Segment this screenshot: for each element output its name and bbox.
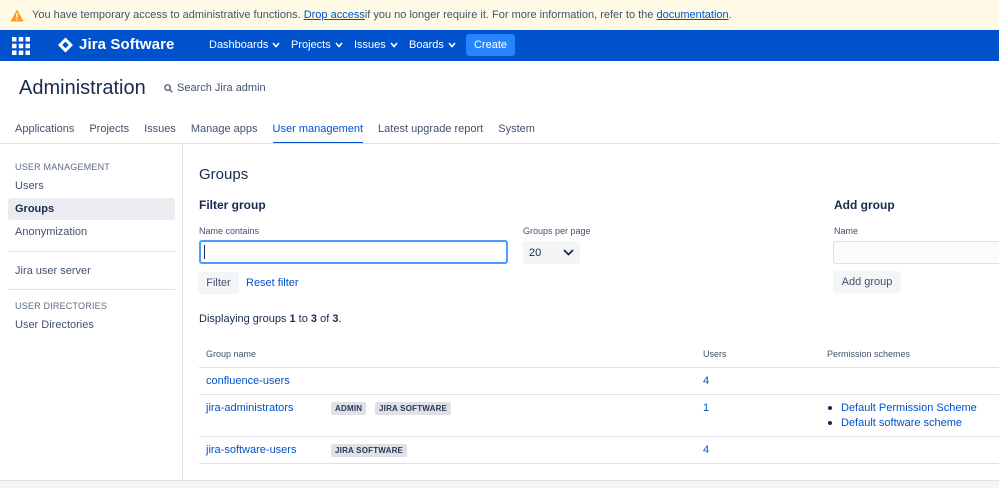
displaying-suffix: . bbox=[338, 313, 342, 325]
filter-group-heading: Filter group bbox=[199, 198, 266, 212]
admin-search[interactable]: Search Jira admin bbox=[164, 82, 266, 94]
admin-search-label: Search Jira admin bbox=[177, 82, 266, 94]
create-button[interactable]: Create bbox=[466, 34, 515, 56]
add-group-name-label: Name bbox=[834, 226, 859, 236]
tab-projects[interactable]: Projects bbox=[89, 118, 129, 144]
table-row-divider bbox=[199, 436, 999, 437]
app-switcher-icon[interactable] bbox=[12, 37, 30, 55]
tab-applications[interactable]: Applications bbox=[15, 118, 74, 144]
nav-boards[interactable]: Boards bbox=[409, 39, 456, 51]
application-badge: ADMIN bbox=[331, 402, 367, 415]
chevron-down-icon bbox=[448, 42, 456, 48]
table-row-divider bbox=[199, 463, 999, 464]
column-header-group-name: Group name bbox=[206, 349, 257, 359]
add-group-name-input[interactable] bbox=[833, 241, 999, 264]
nav-dashboards[interactable]: Dashboards bbox=[209, 39, 280, 51]
sidebar-item-users[interactable]: Users bbox=[8, 175, 175, 197]
permission-scheme-item: Default software scheme bbox=[828, 417, 962, 429]
name-contains-input[interactable] bbox=[199, 240, 508, 264]
displaying-summary: Displaying groups 1 to 3 of 3. bbox=[199, 313, 342, 325]
banner-text-before: You have temporary access to administrat… bbox=[32, 9, 301, 21]
permission-scheme-link[interactable]: Default software scheme bbox=[841, 417, 962, 429]
sidebar-heading-user-directories: USER DIRECTORIES bbox=[15, 301, 108, 311]
add-group-button[interactable]: Add group bbox=[833, 271, 901, 293]
filter-button[interactable]: Filter bbox=[198, 272, 239, 294]
chevron-down-icon bbox=[335, 42, 343, 48]
warning-icon bbox=[10, 9, 24, 21]
permission-scheme-item: Default Permission Scheme bbox=[828, 402, 977, 414]
column-header-permission-schemes: Permission schemes bbox=[827, 349, 911, 359]
bullet-icon bbox=[828, 406, 832, 410]
displaying-to-word: to bbox=[295, 313, 311, 325]
column-header-users: Users bbox=[703, 349, 727, 359]
bullet-icon bbox=[828, 421, 832, 425]
top-navigation: Jira Software Dashboards Projects Issues… bbox=[0, 30, 999, 61]
nav-projects[interactable]: Projects bbox=[291, 39, 343, 51]
displaying-prefix: Displaying groups bbox=[199, 313, 290, 325]
groups-per-page-select[interactable]: 20 bbox=[523, 241, 580, 264]
group-name-link[interactable]: jira-software-users bbox=[206, 444, 296, 456]
chevron-down-icon bbox=[390, 42, 398, 48]
tab-manage-apps[interactable]: Manage apps bbox=[191, 118, 258, 144]
sidebar-item-groups[interactable]: Groups bbox=[8, 198, 175, 220]
displaying-of-word: of bbox=[317, 313, 333, 325]
nav-projects-label: Projects bbox=[291, 39, 331, 51]
sidebar-divider bbox=[8, 251, 175, 252]
name-contains-label: Name contains bbox=[199, 226, 260, 236]
sidebar-item-jira-user-server[interactable]: Jira user server bbox=[8, 260, 175, 282]
groups-per-page-value: 20 bbox=[529, 246, 542, 259]
groups-per-page-label: Groups per page bbox=[523, 226, 591, 236]
tab-system[interactable]: System bbox=[498, 118, 535, 144]
table-row-divider bbox=[199, 394, 999, 395]
banner-text-after: . bbox=[728, 9, 732, 21]
page-title: Administration bbox=[19, 77, 146, 99]
search-icon bbox=[164, 83, 173, 93]
group-users-count[interactable]: 4 bbox=[703, 444, 709, 456]
application-badge: JIRA SOFTWARE bbox=[331, 444, 408, 457]
documentation-link[interactable]: documentation bbox=[656, 9, 728, 21]
group-name-link[interactable]: confluence-users bbox=[206, 375, 290, 387]
chevron-down-icon bbox=[272, 42, 280, 48]
admin-access-banner: You have temporary access to administrat… bbox=[0, 0, 999, 30]
sidebar: USER MANAGEMENT Users Groups Anonymizati… bbox=[0, 144, 183, 480]
table-header-divider bbox=[199, 367, 999, 368]
sidebar-item-user-directories[interactable]: User Directories bbox=[8, 314, 175, 336]
group-users-count[interactable]: 1 bbox=[703, 402, 709, 414]
sidebar-item-anonymization[interactable]: Anonymization bbox=[8, 221, 175, 243]
application-badge: JIRA SOFTWARE bbox=[375, 402, 452, 415]
jira-software-logo[interactable]: Jira Software bbox=[58, 36, 175, 53]
nav-issues[interactable]: Issues bbox=[354, 39, 398, 51]
tab-user-management[interactable]: User management bbox=[272, 118, 364, 144]
chevron-down-icon bbox=[563, 249, 574, 256]
admin-tabs: Applications Projects Issues Manage apps… bbox=[15, 118, 550, 144]
sidebar-divider bbox=[8, 289, 175, 290]
group-name-link[interactable]: jira-administrators bbox=[206, 402, 293, 414]
groups-heading: Groups bbox=[199, 166, 249, 183]
add-group-heading: Add group bbox=[834, 198, 895, 212]
drop-access-link[interactable]: Drop access bbox=[304, 9, 365, 21]
banner-text-middle: if you no longer require it. For more in… bbox=[364, 9, 654, 21]
sidebar-heading-user-management: USER MANAGEMENT bbox=[15, 162, 111, 172]
group-users-count[interactable]: 4 bbox=[703, 375, 709, 387]
permission-scheme-link[interactable]: Default Permission Scheme bbox=[841, 402, 977, 414]
reset-filter-link[interactable]: Reset filter bbox=[246, 277, 299, 289]
nav-boards-label: Boards bbox=[409, 39, 444, 51]
page-footer bbox=[0, 480, 999, 488]
jira-logo-icon bbox=[58, 37, 73, 52]
tab-latest-upgrade-report[interactable]: Latest upgrade report bbox=[378, 118, 483, 144]
text-cursor bbox=[204, 245, 205, 259]
nav-issues-label: Issues bbox=[354, 39, 386, 51]
logo-text: Jira Software bbox=[79, 36, 175, 53]
nav-dashboards-label: Dashboards bbox=[209, 39, 269, 51]
tab-issues[interactable]: Issues bbox=[144, 118, 176, 144]
